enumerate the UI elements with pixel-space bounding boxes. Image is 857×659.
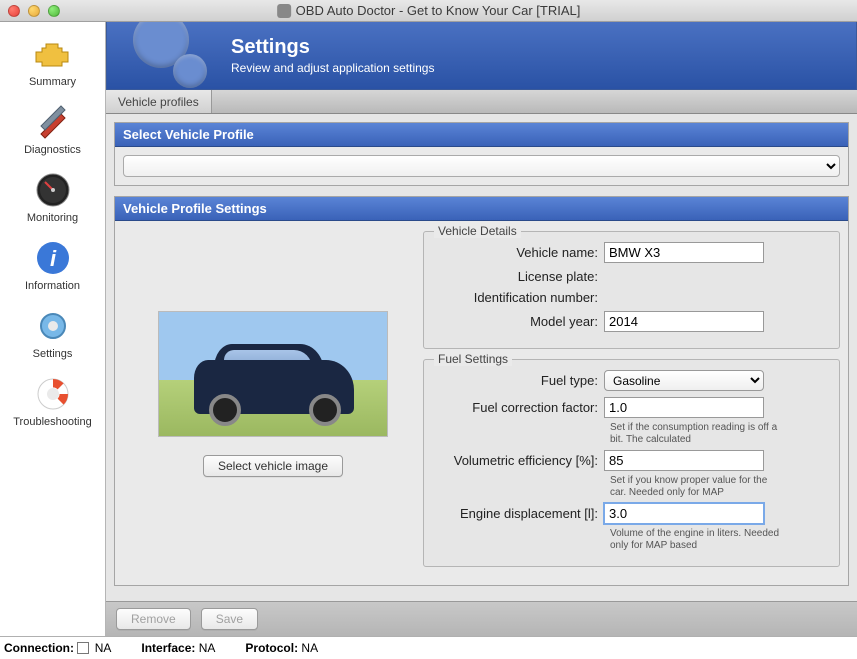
fuel-type-select[interactable]: Gasoline (604, 370, 764, 391)
volumetric-efficiency-label: Volumetric efficiency [%]: (434, 453, 604, 468)
svg-text:i: i (49, 246, 56, 271)
sidebar-item-summary[interactable]: Summary (0, 28, 105, 96)
connection-label: Connection: (4, 641, 74, 655)
fuel-type-label: Fuel type: (434, 373, 604, 388)
gauge-icon (33, 170, 73, 210)
sidebar: Summary Diagnostics Monitoring i Informa… (0, 22, 106, 636)
sidebar-item-label: Monitoring (27, 212, 78, 224)
status-bar: Connection: NA Interface: NA Protocol: N… (0, 636, 857, 659)
gear-icon (33, 306, 73, 346)
fuel-correction-input[interactable] (604, 397, 764, 418)
engine-displacement-input[interactable] (604, 503, 764, 524)
connection-value: NA (95, 641, 112, 655)
tools-icon (33, 102, 73, 142)
sidebar-item-label: Diagnostics (24, 144, 81, 156)
sidebar-item-troubleshooting[interactable]: Troubleshooting (0, 368, 105, 436)
remove-button[interactable]: Remove (116, 608, 191, 630)
select-vehicle-profile-group: Select Vehicle Profile (114, 122, 849, 186)
vehicle-image-column: Select vehicle image (123, 231, 423, 577)
fieldset-legend: Vehicle Details (434, 224, 521, 238)
traffic-lights (8, 5, 60, 17)
lifebuoy-icon (33, 374, 73, 414)
vehicle-profile-select[interactable] (123, 155, 840, 177)
engine-displacement-label: Engine displacement [l]: (434, 506, 604, 521)
sidebar-item-label: Information (25, 280, 80, 292)
fuel-correction-hint: Set if the consumption reading is off a … (610, 422, 780, 446)
model-year-input[interactable] (604, 311, 764, 332)
select-vehicle-image-button[interactable]: Select vehicle image (203, 455, 343, 477)
titlebar: OBD Auto Doctor - Get to Know Your Car [… (0, 0, 857, 22)
license-plate-label: License plate: (434, 269, 604, 284)
tab-label: Vehicle profiles (118, 95, 199, 109)
engine-displacement-hint: Volume of the engine in liters. Needed o… (610, 528, 780, 552)
fieldset-legend: Fuel Settings (434, 352, 512, 366)
sidebar-item-label: Settings (33, 348, 73, 360)
minimize-window-button[interactable] (28, 5, 40, 17)
sidebar-item-diagnostics[interactable]: Diagnostics (0, 96, 105, 164)
page-subtitle: Review and adjust application settings (231, 61, 434, 75)
protocol-value: NA (301, 641, 318, 655)
fuel-correction-label: Fuel correction factor: (434, 400, 604, 415)
connection-checkbox[interactable] (77, 642, 89, 654)
page-title: Settings (231, 36, 434, 59)
model-year-label: Model year: (434, 314, 604, 329)
settings-banner: Settings Review and adjust application s… (106, 22, 857, 90)
fuel-settings-fieldset: Fuel Settings Fuel type: Gasoline Fuel c… (423, 359, 840, 567)
close-window-button[interactable] (8, 5, 20, 17)
group-header: Select Vehicle Profile (115, 123, 848, 147)
window-title: OBD Auto Doctor - Get to Know Your Car [… (277, 3, 581, 18)
window-title-text: OBD Auto Doctor - Get to Know Your Car [… (296, 3, 581, 18)
vehicle-name-input[interactable] (604, 242, 764, 263)
maximize-window-button[interactable] (48, 5, 60, 17)
sidebar-item-monitoring[interactable]: Monitoring (0, 164, 105, 232)
vehicle-image (158, 311, 388, 437)
content-area: Settings Review and adjust application s… (106, 22, 857, 636)
info-icon: i (33, 238, 73, 278)
tab-row: Vehicle profiles (106, 90, 857, 114)
tab-vehicle-profiles[interactable]: Vehicle profiles (106, 90, 212, 113)
volumetric-efficiency-hint: Set if you know proper value for the car… (610, 475, 780, 499)
protocol-label: Protocol: (245, 641, 298, 655)
app-icon (277, 4, 291, 18)
sidebar-item-label: Troubleshooting (13, 416, 91, 428)
sidebar-item-information[interactable]: i Information (0, 232, 105, 300)
interface-label: Interface: (141, 641, 195, 655)
vehicle-name-label: Vehicle name: (434, 245, 604, 260)
interface-value: NA (199, 641, 216, 655)
volumetric-efficiency-input[interactable] (604, 450, 764, 471)
vehicle-details-fieldset: Vehicle Details Vehicle name: License pl… (423, 231, 840, 349)
details-column: Vehicle Details Vehicle name: License pl… (423, 231, 840, 577)
group-header: Vehicle Profile Settings (115, 197, 848, 221)
bottom-button-bar: Remove Save (106, 601, 857, 636)
banner-gears-icon (121, 22, 231, 90)
vehicle-profile-settings-group: Vehicle Profile Settings Select vehicle … (114, 196, 849, 586)
vin-label: Identification number: (434, 290, 604, 305)
sidebar-item-settings[interactable]: Settings (0, 300, 105, 368)
save-button[interactable]: Save (201, 608, 258, 630)
engine-icon (33, 34, 73, 74)
sidebar-item-label: Summary (29, 76, 76, 88)
